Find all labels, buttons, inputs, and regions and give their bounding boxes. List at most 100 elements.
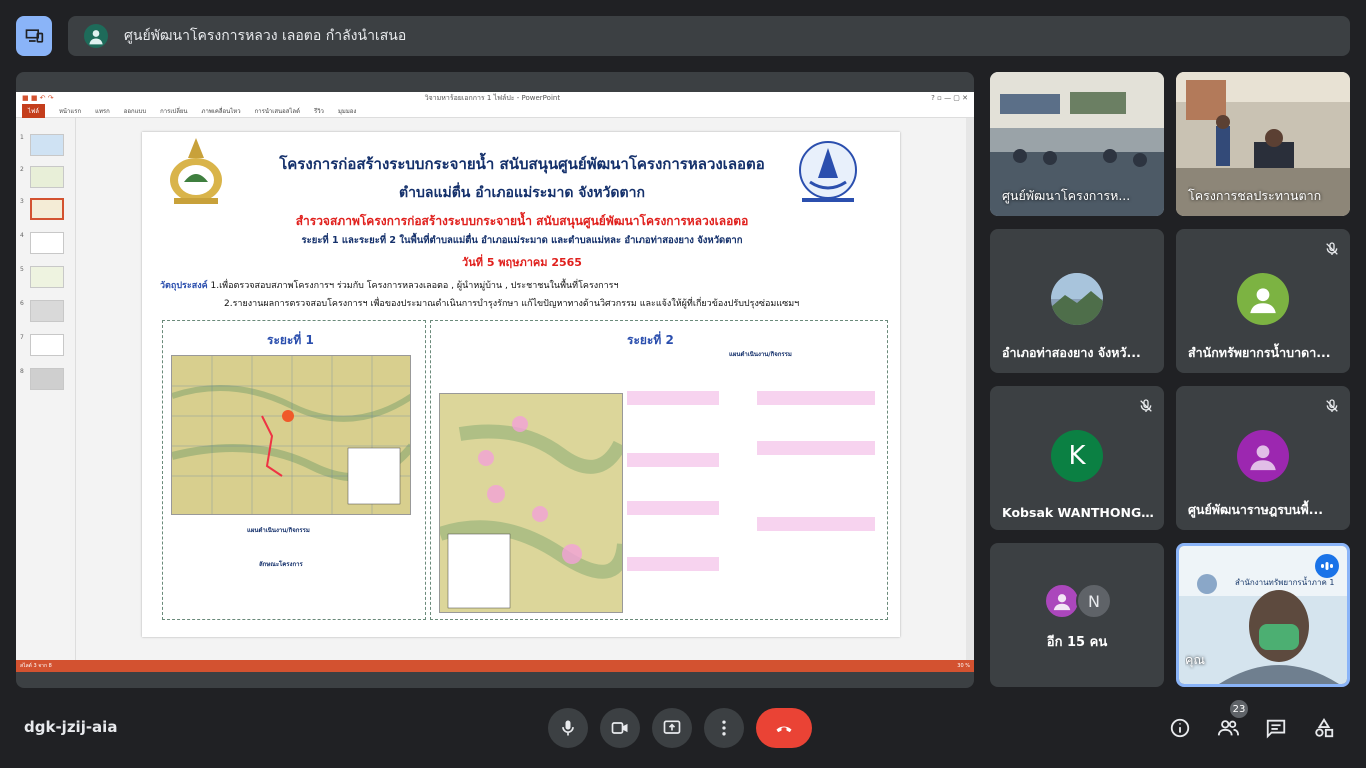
slide-thumbnail[interactable] — [30, 266, 64, 288]
speaking-indicator-icon — [1315, 554, 1339, 578]
end-call-icon — [776, 726, 792, 733]
participants-button[interactable] — [1216, 716, 1240, 740]
ribbon-tab-view[interactable]: มุมมอง — [338, 106, 356, 116]
self-tile[interactable]: สำนักงานทรัพยากรน้ำภาค 1 คุณ — [1176, 543, 1350, 687]
thumb-number: 4 — [20, 232, 24, 239]
self-background-text: สำนักงานทรัพยากรน้ำภาค 1 — [1235, 578, 1335, 587]
mic-off-icon — [1326, 399, 1338, 412]
participant-name: โครงการชลประทานตาก — [1188, 188, 1322, 203]
objective-label: วัตถุประสงค์ — [160, 281, 208, 291]
slide-thumbnail-selected[interactable] — [30, 198, 64, 220]
slide-thumbnail[interactable] — [30, 334, 64, 356]
slide-objective-2: 2.รายงานผลการตรวจสอบโครงการฯ เพื่อของประ… — [224, 299, 800, 309]
ppt-window-title: วิจามหาร้อยเอกการ 1 ไฟล์ปะ - PowerPoint — [424, 93, 561, 102]
slide-thumbnail[interactable] — [30, 368, 64, 390]
participant-tile[interactable]: K Kobsak WANTHONG... — [990, 386, 1164, 530]
chat-button[interactable] — [1264, 716, 1288, 740]
camera-icon — [611, 722, 628, 734]
participant-name: Kobsak WANTHONG... — [1002, 505, 1154, 520]
participant-name: ศูนย์พัฒนาราษฎรบนพื้... — [1188, 502, 1323, 517]
ppt-quick-access[interactable]: ■ ■ ↶ ↷ — [22, 94, 54, 102]
participant-avatar — [1237, 430, 1289, 482]
info-box — [757, 517, 875, 531]
ribbon-tab-review[interactable]: รีวิว — [314, 106, 324, 116]
end-call-button[interactable] — [756, 708, 812, 748]
participant-tile[interactable]: อำเภอท่าสองยาง จังหวั... — [990, 229, 1164, 373]
participant-name: ศูนย์พัฒนาโครงการห... — [1002, 188, 1131, 203]
participant-tile[interactable]: ศูนย์พัฒนาโครงการห... — [990, 72, 1164, 216]
participant-name: อำเภอท่าสองยาง จังหวั... — [1002, 345, 1141, 360]
ribbon-tab-home[interactable]: หน้าแรก — [59, 106, 81, 116]
ribbon-tab-animations[interactable]: ภาพเคลื่อนไหว — [202, 106, 241, 116]
more-vert-icon — [722, 720, 726, 736]
thumb-number: 1 — [20, 134, 24, 141]
ppt-status-bar: สไลด์ 3 จาก 8 30 % — [16, 660, 974, 672]
ppt-body: 1 2 3 4 5 6 7 8 โครงการก่อสร้างระบบกระจา… — [16, 118, 974, 660]
people-icon — [1217, 720, 1239, 736]
ppt-window-controls[interactable]: ? ▫ — ▢ ✕ — [931, 94, 968, 102]
mic-icon — [562, 720, 574, 736]
slide-objective-1: วัตถุประสงค์ 1.เพื่อตรวจสอบสภาพโครงการฯ … — [160, 278, 619, 292]
ppt-zoom-level[interactable]: 30 % — [957, 663, 970, 669]
participant-avatar — [1051, 273, 1103, 325]
info-icon — [1170, 718, 1190, 738]
meeting-info-button[interactable] — [1168, 716, 1192, 740]
more-participants-tile[interactable]: N อีก 15 คน — [990, 543, 1164, 687]
more-options-button[interactable] — [704, 708, 744, 748]
slide-thumbnail[interactable] — [30, 166, 64, 188]
slide-thumbnail-pane: 1 2 3 4 5 6 7 8 — [16, 118, 76, 660]
rid-logo — [799, 141, 857, 202]
presenter-avatar — [84, 24, 108, 48]
info-box — [757, 391, 875, 405]
thumb-number: 5 — [20, 266, 24, 273]
slide-thumbnail[interactable] — [30, 300, 64, 322]
participant-avatar-letter: N — [1076, 583, 1112, 619]
phase2-panel: ระยะที่ 2 แผนดำเนินงาน/กิจกรรม — [430, 320, 888, 620]
ribbon-tab-slideshow[interactable]: การนำเสนอสไลด์ — [255, 106, 300, 116]
participant-tile[interactable]: โครงการชลประทานตาก — [1176, 72, 1350, 216]
phase1-title: ระยะที่ 1 — [267, 333, 314, 347]
info-box — [627, 391, 719, 405]
slide-thumbnail[interactable] — [30, 134, 64, 156]
presenter-banner: ศูนย์พัฒนาโครงการหลวง เลอตอ กำลังนำเสนอ — [68, 16, 1350, 56]
ppt-scrollbar[interactable] — [966, 118, 974, 660]
thumb-number: 3 — [20, 198, 24, 205]
phase2-caption: แผนดำเนินงาน/กิจกรรม — [729, 351, 792, 358]
participant-tile[interactable]: ศูนย์พัฒนาราษฎรบนพื้... — [1176, 386, 1350, 530]
presenter-title: ศูนย์พัฒนาโครงการหลวง เลอตอ กำลังนำเสนอ — [124, 28, 407, 44]
camera-button[interactable] — [600, 708, 640, 748]
chat-icon — [1266, 719, 1286, 739]
present-screen-button[interactable] — [652, 708, 692, 748]
phase1-features: ลักษณะโครงการ — [259, 561, 303, 568]
ribbon-tab-design[interactable]: ออกแบบ — [124, 106, 146, 116]
ribbon-tab-insert[interactable]: แทรก — [95, 106, 110, 116]
participants-count-badge: 23 — [1230, 700, 1248, 718]
activities-button[interactable] — [1312, 716, 1336, 740]
meeting-code: dgk-jzij-aia — [24, 718, 118, 736]
participant-avatar — [1044, 583, 1080, 619]
royal-emblem-logo — [170, 138, 222, 204]
participant-avatar — [1237, 273, 1289, 325]
phase1-caption: แผนดำเนินงาน/กิจกรรม — [247, 527, 310, 534]
participant-tile[interactable]: สำนักทรัพยากรน้ำบาดา... — [1176, 229, 1350, 373]
thumb-number: 2 — [20, 166, 24, 173]
thumb-number: 6 — [20, 300, 24, 307]
presentation-stage: ■ ■ ↶ ↷ วิจามหาร้อยเอกการ 1 ไฟล์ปะ - Pow… — [16, 72, 974, 688]
presentation-layout-icon[interactable] — [16, 16, 52, 56]
slide-subtitle-red: สำรวจสภาพโครงการก่อสร้างระบบกระจายน้ำ สน… — [295, 214, 749, 228]
ppt-slide-counter: สไลด์ 3 จาก 8 — [20, 663, 52, 669]
participant-name: คุณ — [1185, 652, 1205, 667]
phase2-map — [439, 393, 623, 613]
ppt-title-bar: ■ ■ ↶ ↷ วิจามหาร้อยเอกการ 1 ไฟล์ปะ - Pow… — [16, 92, 974, 104]
participant-name: สำนักทรัพยากรน้ำบาดา... — [1188, 345, 1331, 360]
mic-off-icon — [1326, 242, 1338, 255]
thumb-number: 7 — [20, 334, 24, 341]
ribbon-tab-file[interactable]: ไฟล์ — [22, 103, 45, 118]
slide-thumbnail[interactable] — [30, 232, 64, 254]
phase1-panel: ระยะที่ 1 แผนดำเนินงาน/กิจกรรม ลักษณะโคร… — [162, 320, 426, 620]
slide-subtitle-blue: ระยะที่ 1 และระยะที่ 2 ในพื้นที่ตำบลแม่ต… — [301, 235, 743, 246]
monitor-phone-icon — [25, 29, 44, 43]
mic-button[interactable] — [548, 708, 588, 748]
current-slide: โครงการก่อสร้างระบบกระจายน้ำ สนับสนุนศูน… — [142, 132, 900, 637]
ribbon-tab-transitions[interactable]: การเปลี่ยน — [160, 106, 187, 116]
